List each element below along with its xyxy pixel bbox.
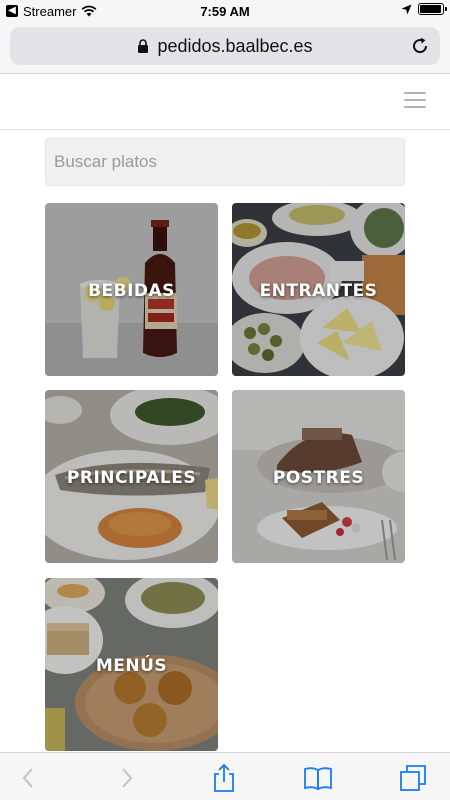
lock-icon (138, 38, 149, 53)
site-header (0, 75, 450, 130)
category-tile-menus[interactable]: MENÚS (45, 578, 218, 751)
bookmarks-icon[interactable] (303, 763, 333, 793)
category-tile-postres[interactable]: POSTRES (232, 390, 405, 563)
status-bar: ◀ Streamer 7:59 AM (0, 0, 450, 22)
battery-icon (418, 3, 447, 15)
wifi-icon (82, 5, 97, 17)
location-arrow-icon (401, 4, 412, 14)
browser-toolbar (0, 752, 450, 800)
browser-address-bar-container: pedidos.baalbec.es (0, 22, 450, 74)
hamburger-menu-icon[interactable] (404, 92, 426, 108)
address-url[interactable]: pedidos.baalbec.es (157, 36, 312, 57)
category-label: BEBIDAS (88, 281, 175, 301)
category-tile-entrantes[interactable]: ENTRANTES (232, 203, 405, 376)
back-to-app-icon[interactable]: ◀ (6, 5, 18, 17)
category-label: MENÚS (95, 656, 168, 676)
back-arrow-icon[interactable] (13, 763, 43, 793)
tabs-icon[interactable] (398, 763, 428, 793)
category-label: PRINCIPALES (66, 468, 197, 488)
category-tile-principales[interactable]: PRINCIPALES (45, 390, 218, 563)
reload-icon[interactable] (410, 36, 430, 56)
address-bar[interactable]: pedidos.baalbec.es (10, 27, 440, 65)
forward-arrow-icon[interactable] (112, 763, 142, 793)
battery-level (420, 5, 441, 13)
category-label: POSTRES (272, 468, 365, 488)
screen: ◀ Streamer 7:59 AM pedidos.baalbec.es Bu… (0, 0, 450, 800)
category-label: ENTRANTES (259, 281, 378, 301)
back-app-label[interactable]: Streamer (23, 4, 76, 19)
share-icon[interactable] (209, 763, 239, 793)
search-input[interactable] (45, 138, 405, 186)
category-tile-bebidas[interactable]: BEBIDAS (45, 203, 218, 376)
